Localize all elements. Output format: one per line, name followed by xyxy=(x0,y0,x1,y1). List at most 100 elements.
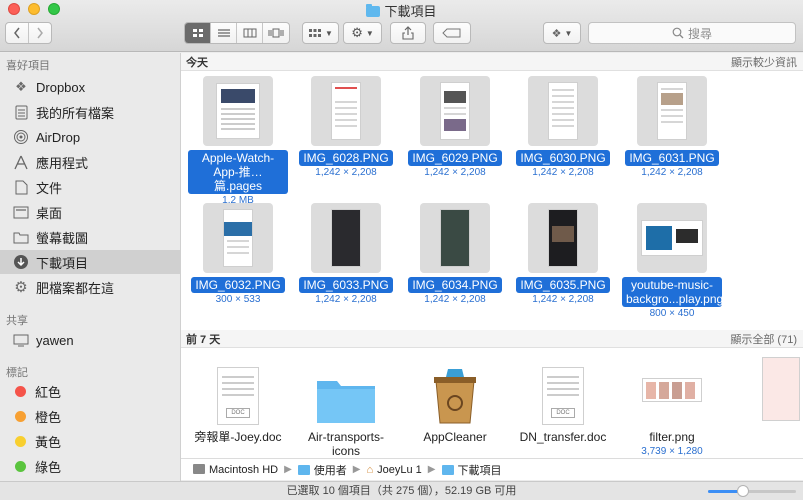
file-name: IMG_6028.PNG xyxy=(299,150,393,166)
gear-icon: ⚙ xyxy=(351,25,363,40)
action-button[interactable]: ⚙ ▼ xyxy=(343,22,382,44)
sidebar-item-tag-yellow[interactable]: 黃色 xyxy=(0,429,180,453)
file-thumbnail xyxy=(420,203,490,273)
sidebar-item-airdrop[interactable]: AirDrop xyxy=(0,125,180,149)
nav-buttons xyxy=(5,22,52,44)
partial-image-thumbnail[interactable] xyxy=(762,357,800,421)
sidebar-item-documents[interactable]: 文件 xyxy=(0,175,180,199)
share-button[interactable] xyxy=(390,22,426,44)
file-meta: 1,242 × 2,208 xyxy=(532,167,594,178)
file-item[interactable]: filter.png 3,739 × 1,280 xyxy=(619,355,725,457)
file-item[interactable]: IMG_6033.PNG 1,242 × 2,208 xyxy=(293,203,399,305)
disk-icon xyxy=(193,463,205,474)
file-thumbnail xyxy=(311,203,381,273)
search-field[interactable]: 搜尋 xyxy=(588,22,796,44)
sidebar-item-desktop[interactable]: 桌面 xyxy=(0,200,180,224)
doc-file-icon: DOC xyxy=(528,355,598,425)
file-name: IMG_6029.PNG xyxy=(408,150,502,166)
status-bar: 已選取 10 個項目（共 275 個），52.19 GB 可用 xyxy=(0,481,803,500)
home-icon: ⌂ xyxy=(366,463,374,476)
file-item[interactable]: IMG_6034.PNG 1,242 × 2,208 xyxy=(402,203,508,305)
forward-button[interactable] xyxy=(29,23,51,43)
file-meta: 1,242 × 2,208 xyxy=(424,294,486,305)
icon-size-slider[interactable] xyxy=(708,485,796,497)
orange-tag-icon xyxy=(15,410,26,422)
file-item[interactable]: Air-transports-icons xyxy=(293,355,399,458)
file-thumbnail xyxy=(311,76,381,146)
file-thumbnail xyxy=(420,76,490,146)
show-less-button[interactable]: 顯示較少資訊 xyxy=(731,54,797,70)
file-name: Apple-Watch-App-推…篇.pages xyxy=(188,150,288,194)
folder-icon xyxy=(441,464,454,475)
sidebar-item-downloads[interactable]: 下載項目 xyxy=(0,250,180,274)
shared-header: 共享 xyxy=(6,315,28,327)
appcleaner-icon xyxy=(420,355,490,425)
file-meta: 300 × 533 xyxy=(215,294,261,305)
chevron-left-icon xyxy=(13,27,20,39)
list-view-button[interactable] xyxy=(211,23,237,43)
airdrop-icon xyxy=(12,129,30,145)
column-view-button[interactable] xyxy=(237,23,263,43)
file-browser: 今天 顯示較少資訊 Apple-Watch-App-推…篇.pages 1.2 … xyxy=(181,53,803,458)
dropbox-button[interactable]: ❖ ▼ xyxy=(543,22,581,44)
folder-icon xyxy=(297,464,310,475)
path-item-users[interactable]: 使用者 xyxy=(297,462,347,478)
show-all-button[interactable]: 顯示全部 (71) xyxy=(730,331,797,347)
sidebar-item-tag-green[interactable]: 綠色 xyxy=(0,454,180,478)
file-item[interactable]: youtube-music-backgro...play.png 800 × 4… xyxy=(619,203,725,319)
path-separator-icon: ▶ xyxy=(352,464,361,475)
arrange-button[interactable]: ▼ xyxy=(302,22,339,44)
icon-view-button[interactable] xyxy=(185,23,211,43)
file-meta: 3,739 × 1,280 xyxy=(641,446,703,457)
file-item[interactable]: IMG_6031.PNG 1,242 × 2,208 xyxy=(619,76,725,178)
path-item-macintosh-hd[interactable]: Macintosh HD xyxy=(193,463,278,476)
sidebar-item-applications[interactable]: 應用程式 xyxy=(0,150,180,174)
sidebar-item-yawen[interactable]: yawen xyxy=(0,328,180,352)
downloads-icon xyxy=(12,254,30,270)
back-button[interactable] xyxy=(6,23,29,43)
file-item[interactable]: IMG_6032.PNG 300 × 533 xyxy=(185,203,291,305)
sidebar-item-big-files[interactable]: ⚙ 肥檔案都在這 xyxy=(0,275,180,299)
file-item[interactable]: AppCleaner xyxy=(402,355,508,445)
section-header-last-7-days: 前 7 天 顯示全部 (71) xyxy=(181,330,803,348)
search-icon xyxy=(672,27,684,39)
sidebar-item-all-files[interactable]: 我的所有檔案 xyxy=(0,100,180,124)
documents-icon xyxy=(12,179,30,195)
columns-icon xyxy=(243,28,256,38)
section-title-last-7-days: 前 7 天 xyxy=(186,333,221,346)
file-meta: 1,242 × 2,208 xyxy=(424,167,486,178)
sidebar-item-tag-red[interactable]: 紅色 xyxy=(0,379,180,403)
path-separator-icon: ▶ xyxy=(284,464,292,475)
folder-icon xyxy=(311,355,381,425)
coverflow-view-button[interactable] xyxy=(263,23,289,43)
dropbox-icon: ❖ xyxy=(15,79,27,94)
file-meta: 800 × 450 xyxy=(649,308,695,319)
file-item[interactable]: IMG_6030.PNG 1,242 × 2,208 xyxy=(510,76,616,178)
file-item[interactable]: IMG_6035.PNG 1,242 × 2,208 xyxy=(510,203,616,305)
slider-knob[interactable] xyxy=(737,485,750,497)
computer-icon xyxy=(12,332,30,348)
image-file-icon xyxy=(637,355,707,425)
file-item[interactable]: Apple-Watch-App-推…篇.pages 1.2 MB xyxy=(185,76,291,206)
sidebar-item-screenshots[interactable]: 螢幕截圖 xyxy=(0,225,180,249)
file-item[interactable]: IMG_6029.PNG 1,242 × 2,208 xyxy=(402,76,508,178)
yellow-tag-icon xyxy=(15,435,26,447)
tags-button[interactable] xyxy=(433,22,471,44)
sidebar-item-tag-orange[interactable]: 橙色 xyxy=(0,404,180,428)
desktop-icon xyxy=(12,204,30,220)
file-name: youtube-music-backgro...play.png xyxy=(622,277,723,307)
file-name: DN_transfer.doc xyxy=(519,430,607,444)
file-item[interactable]: DOC 旁報單-Joey.doc xyxy=(185,355,291,445)
grid-icon xyxy=(192,29,203,37)
path-item-home[interactable]: ⌂ JoeyLu 1 xyxy=(366,464,421,476)
tags-header: 標記 xyxy=(6,367,28,379)
section-header-today: 今天 顯示較少資訊 xyxy=(181,53,803,71)
file-name: IMG_6032.PNG xyxy=(191,277,285,293)
file-thumbnail xyxy=(637,203,707,273)
file-item[interactable]: DOC DN_transfer.doc xyxy=(510,355,616,445)
sidebar-item-dropbox[interactable]: ❖ Dropbox xyxy=(0,75,180,99)
file-item[interactable]: IMG_6028.PNG 1,242 × 2,208 xyxy=(293,76,399,178)
gear-icon: ⚙ xyxy=(14,279,28,296)
folder-icon xyxy=(366,4,381,17)
path-item-downloads[interactable]: 下載項目 xyxy=(441,462,502,478)
